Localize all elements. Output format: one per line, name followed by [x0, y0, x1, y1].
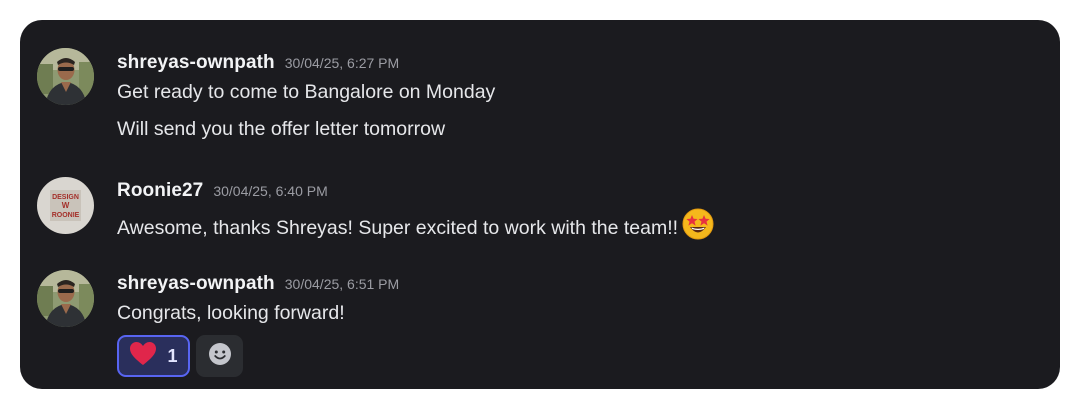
heart-reaction-button[interactable]: 1 — [117, 335, 190, 377]
avatar-photo — [37, 270, 94, 327]
add-reaction-button[interactable] — [196, 335, 243, 377]
message-header: shreyas-ownpath 30/04/25, 6:51 PM — [117, 273, 399, 295]
message-header: shreyas-ownpath 30/04/25, 6:27 PM — [117, 52, 399, 74]
username[interactable]: Roonie27 — [117, 180, 203, 201]
timestamp[interactable]: 30/04/25, 6:27 PM — [285, 55, 399, 71]
roonie-logo-avatar: DESIGN W ROONIE — [37, 177, 94, 234]
avatar-photo — [37, 48, 94, 105]
username[interactable]: shreyas-ownpath — [117, 273, 275, 294]
svg-text:ROONIE: ROONIE — [52, 212, 80, 219]
message-text: Awesome, thanks Shreyas! Super excited t… — [117, 207, 715, 249]
message-text: Get ready to come to Bangalore on Monday — [117, 81, 496, 103]
star-struck-emoji-icon — [681, 207, 715, 247]
message-text: Congrats, looking forward! — [117, 302, 345, 324]
svg-text:DESIGN: DESIGN — [52, 194, 79, 201]
avatar[interactable] — [37, 48, 94, 105]
message-text: Will send you the offer letter tomorrow — [117, 118, 446, 140]
avatar[interactable]: DESIGN W ROONIE — [37, 177, 94, 234]
message-header: Roonie27 30/04/25, 6:40 PM — [117, 180, 328, 202]
avatar[interactable] — [37, 270, 94, 327]
svg-text:W: W — [62, 201, 70, 210]
timestamp[interactable]: 30/04/25, 6:51 PM — [285, 276, 399, 292]
reaction-count: 1 — [167, 345, 178, 366]
message-text-content: Awesome, thanks Shreyas! Super excited t… — [117, 217, 679, 240]
reactions-bar: 1 — [117, 335, 243, 377]
chat-panel: shreyas-ownpath 30/04/25, 6:27 PM Get rea… — [20, 20, 1060, 389]
username[interactable]: shreyas-ownpath — [117, 52, 275, 73]
add-reaction-icon — [208, 342, 232, 371]
timestamp[interactable]: 30/04/25, 6:40 PM — [213, 183, 327, 199]
heart-icon — [129, 341, 157, 371]
